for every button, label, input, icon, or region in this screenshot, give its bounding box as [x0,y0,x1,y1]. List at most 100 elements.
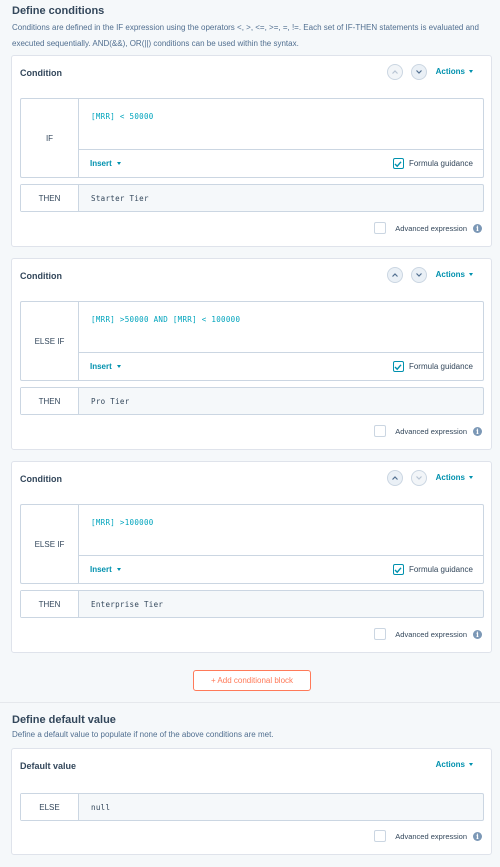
advanced-expression-checkbox[interactable] [374,222,387,234]
formula-guidance-label: Formula guidance [408,362,473,371]
info-icon[interactable]: i [473,426,482,436]
info-icon[interactable]: i [473,831,482,841]
section-description: Define a default value to populate if no… [12,730,274,739]
caret-down-icon [469,763,473,766]
advanced-expression-toggle[interactable]: Advanced expression i [374,222,482,234]
actions-label: Actions [435,473,465,482]
actions-label: Actions [435,270,465,279]
advanced-expression-toggle[interactable]: Advanced expression i [374,425,482,437]
formula-guidance-toggle[interactable]: Formula guidance [392,361,473,372]
move-down-button[interactable] [411,267,427,283]
section-title: Define conditions [12,5,105,17]
formula-guidance-checkbox[interactable] [392,564,404,575]
else-if-expression-box: ELSE IF [MRR] >50000 AND [MRR] < 100000 … [20,301,484,381]
card-header: Default value Actions [12,749,491,787]
condition-card-1: Condition Actions IF [MRR] < 50000 Inser… [11,55,492,247]
actions-dropdown[interactable]: Actions [436,270,473,279]
advanced-expression-label: Advanced expression [395,426,467,436]
expression-toolbar: Insert Formula guidance [79,352,483,380]
card-title: Condition [20,68,62,78]
move-up-button[interactable] [387,470,403,486]
advanced-expression-checkbox[interactable] [374,628,387,640]
chevron-down-icon [416,70,422,74]
insert-dropdown[interactable]: Insert [90,362,121,371]
advanced-expression-label: Advanced expression [395,831,467,841]
chevron-up-icon [392,273,398,277]
condition-keyword: ELSE IF [21,302,79,380]
add-block-label: + Add conditional block [210,676,294,685]
advanced-expression-checkbox[interactable] [374,425,387,437]
then-value-input[interactable]: Pro Tier [91,397,130,406]
actions-label: Actions [435,760,465,769]
expression-input[interactable]: [MRR] >50000 AND [MRR] < 100000 [91,315,240,324]
card-header: Condition Actions [12,56,491,94]
move-down-button[interactable] [411,470,427,486]
card-title: Condition [20,271,62,281]
then-value-box: THEN Starter Tier [20,184,484,212]
formula-guidance-toggle[interactable]: Formula guidance [392,158,473,169]
insert-dropdown[interactable]: Insert [90,565,121,574]
condition-keyword: ELSE IF [21,505,79,583]
default-value-card: Default value Actions ELSE null Advanced… [11,748,492,855]
formula-guidance-checkbox[interactable] [392,158,404,169]
formula-guidance-toggle[interactable]: Formula guidance [392,564,473,575]
advanced-expression-label: Advanced expression [395,629,467,639]
check-icon [394,363,402,370]
chevron-up-icon [392,70,398,74]
info-icon[interactable]: i [473,223,482,233]
move-up-button[interactable] [387,267,403,283]
section-title: Define default value [12,714,116,726]
caret-down-icon [469,273,473,276]
add-conditional-block-button[interactable]: + Add conditional block [193,670,311,691]
formula-guidance-label: Formula guidance [408,565,473,574]
then-value-box: THEN Pro Tier [20,387,484,415]
advanced-expression-checkbox[interactable] [374,830,387,842]
insert-label: Insert [90,565,112,574]
else-label: ELSE [21,794,79,820]
move-up-button[interactable] [387,64,403,80]
card-title: Condition [20,474,62,484]
condition-card-3: Condition Actions ELSE IF [MRR] >100000 … [11,461,492,653]
actions-dropdown[interactable]: Actions [436,473,473,482]
then-label: THEN [21,591,79,617]
caret-down-icon [116,162,121,165]
chevron-down-icon [416,476,422,480]
expression-toolbar: Insert Formula guidance [79,149,483,177]
caret-down-icon [116,365,121,368]
info-icon[interactable]: i [473,629,482,639]
insert-label: Insert [90,362,112,371]
then-label: THEN [21,185,79,211]
condition-keyword: IF [21,99,79,177]
card-title: Default value [20,761,77,771]
chevron-up-icon [392,476,398,480]
advanced-expression-toggle[interactable]: Advanced expression i [374,830,482,842]
check-icon [394,566,402,573]
formula-guidance-label: Formula guidance [408,159,473,168]
conditions-header: Define conditions Conditions are defined… [12,5,492,52]
move-down-button[interactable] [411,64,427,80]
then-value-input[interactable]: Enterprise Tier [91,600,163,609]
then-value-input[interactable]: Starter Tier [91,194,149,203]
actions-dropdown[interactable]: Actions [436,67,473,76]
caret-down-icon [469,476,473,479]
actions-dropdown[interactable]: Actions [436,760,473,769]
formula-guidance-checkbox[interactable] [392,361,404,372]
chevron-down-icon [416,273,422,277]
condition-card-2: Condition Actions ELSE IF [MRR] >50000 A… [11,258,492,450]
expression-input[interactable]: [MRR] >100000 [91,518,154,527]
check-icon [394,160,402,167]
caret-down-icon [469,70,473,73]
insert-label: Insert [90,159,112,168]
divider [0,702,500,703]
insert-dropdown[interactable]: Insert [90,159,121,168]
card-header: Condition Actions [12,259,491,297]
then-label: THEN [21,388,79,414]
expression-input[interactable]: [MRR] < 50000 [91,112,154,121]
section-description: Conditions are defined in the IF express… [12,23,479,48]
if-expression-box: IF [MRR] < 50000 Insert Formula guidance [20,98,484,178]
advanced-expression-toggle[interactable]: Advanced expression i [374,628,482,640]
else-value-input[interactable]: null [91,803,110,812]
caret-down-icon [116,568,121,571]
expression-toolbar: Insert Formula guidance [79,555,483,583]
then-value-box: THEN Enterprise Tier [20,590,484,618]
